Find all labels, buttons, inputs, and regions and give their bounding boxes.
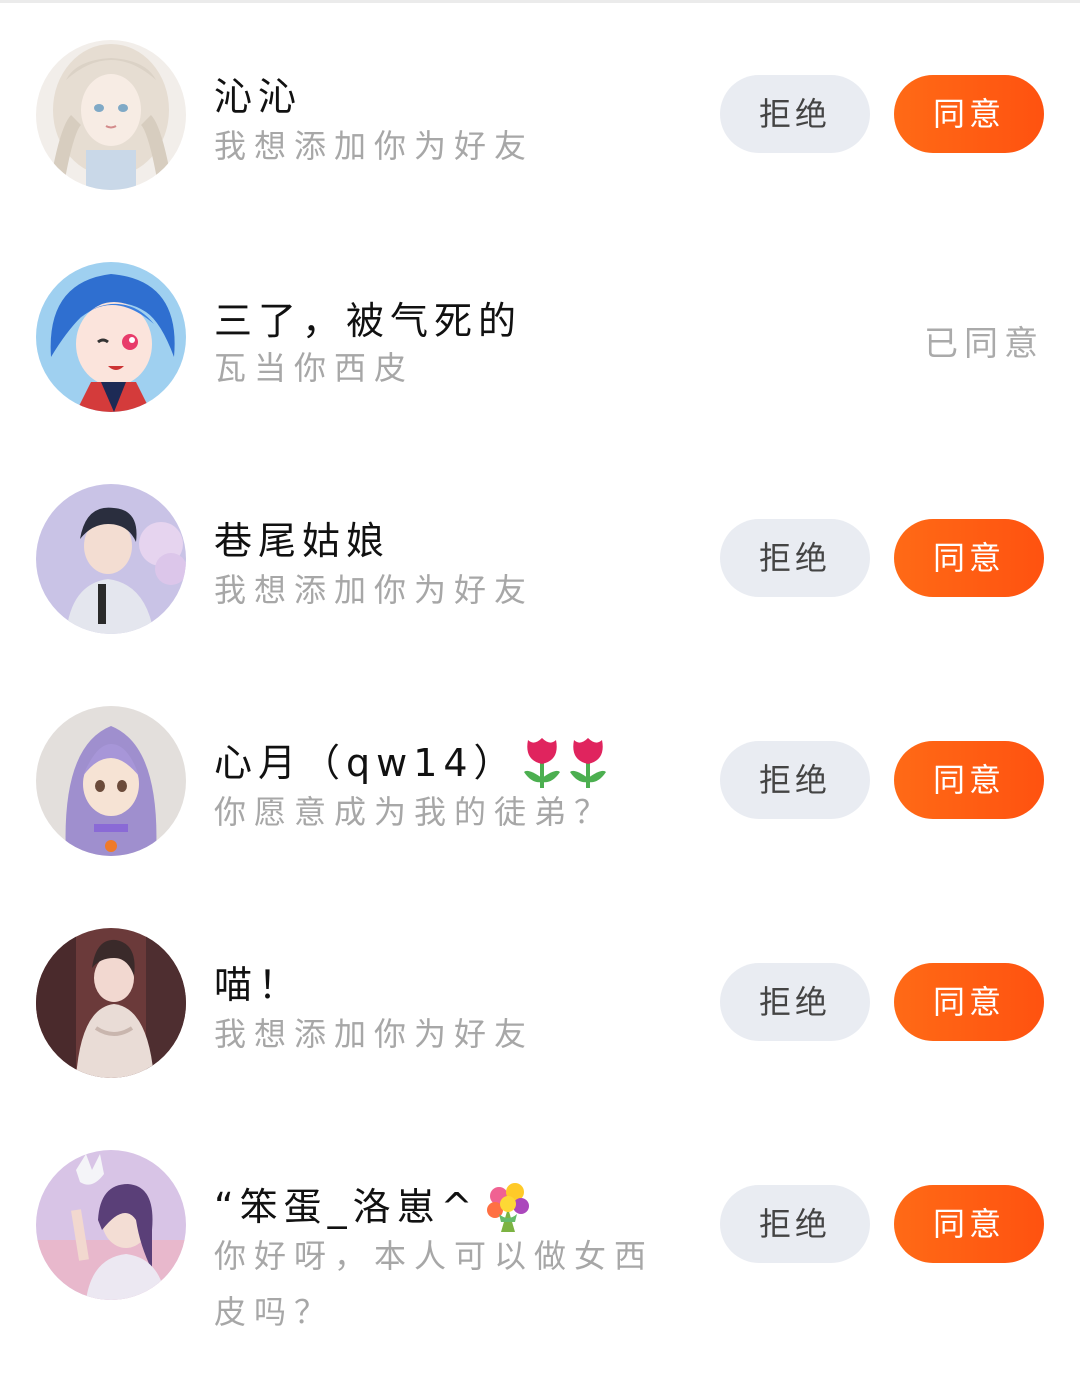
- requester-name: 沁沁: [214, 75, 303, 119]
- accept-button[interactable]: 同意: [894, 963, 1044, 1041]
- requester-name: 巷尾姑娘: [214, 519, 391, 563]
- accept-button[interactable]: 同意: [894, 519, 1044, 597]
- avatar-image: [36, 706, 186, 856]
- reject-button[interactable]: 拒绝: [720, 75, 870, 153]
- avatar-image: [36, 40, 186, 190]
- request-message: 瓦当你西皮: [214, 349, 415, 387]
- request-message: 我想添加你为好友: [214, 571, 535, 609]
- avatar-image: [36, 262, 186, 412]
- accept-button[interactable]: 同意: [894, 741, 1044, 819]
- reject-button[interactable]: 拒绝: [720, 1185, 870, 1263]
- requester-name: 三了，被气死的: [214, 299, 523, 343]
- reject-button[interactable]: 拒绝: [720, 963, 870, 1041]
- avatar-image: [36, 1150, 186, 1300]
- reject-button[interactable]: 拒绝: [720, 519, 870, 597]
- top-divider: [0, 0, 1080, 3]
- avatar[interactable]: [36, 262, 186, 412]
- accepted-status: 已同意: [924, 324, 1044, 364]
- avatar[interactable]: [36, 40, 186, 190]
- requester-name-text: “笨蛋_洛崽^: [214, 1185, 479, 1229]
- requester-name-text: 心月（qw14）: [214, 741, 518, 785]
- reject-button[interactable]: 拒绝: [720, 741, 870, 819]
- avatar-image: [36, 928, 186, 1078]
- avatar[interactable]: [36, 1150, 186, 1300]
- avatar-image: [36, 484, 186, 634]
- requester-name: 喵！: [214, 963, 303, 1007]
- accept-button[interactable]: 同意: [894, 1185, 1044, 1263]
- request-message: 我想添加你为好友: [214, 1015, 535, 1053]
- avatar[interactable]: [36, 706, 186, 856]
- request-message: 你好呀，本人可以做女西皮吗？: [214, 1237, 655, 1331]
- request-message: 你愿意成为我的徒弟？: [214, 793, 615, 831]
- request-message: 我想添加你为好友: [214, 127, 535, 165]
- accept-button[interactable]: 同意: [894, 75, 1044, 153]
- avatar[interactable]: [36, 928, 186, 1078]
- avatar[interactable]: [36, 484, 186, 634]
